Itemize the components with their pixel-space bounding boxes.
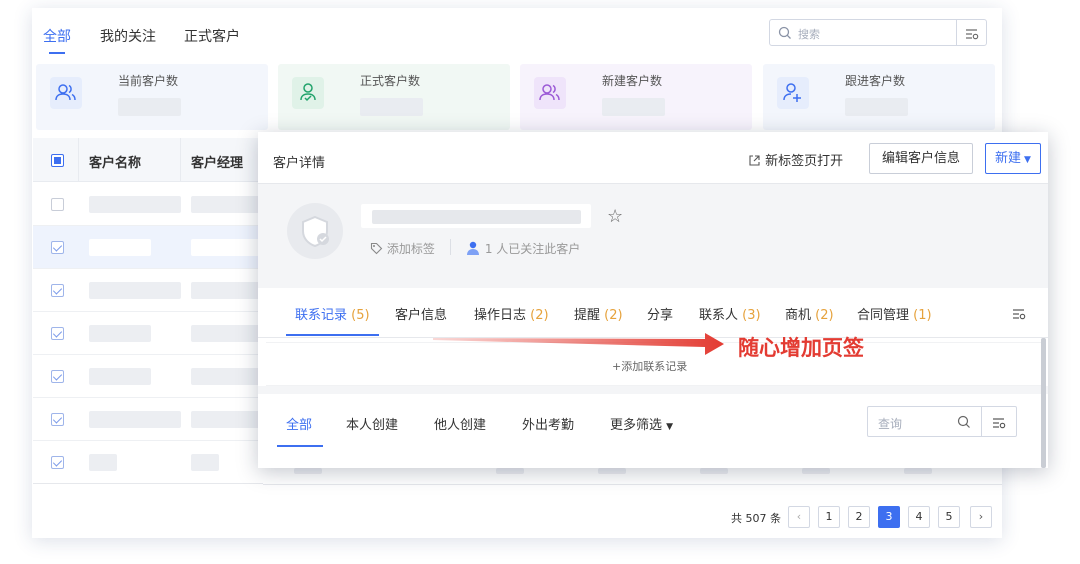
annotation-arrow [433, 333, 724, 355]
annotation-text: 随心增加页签 [738, 336, 864, 360]
